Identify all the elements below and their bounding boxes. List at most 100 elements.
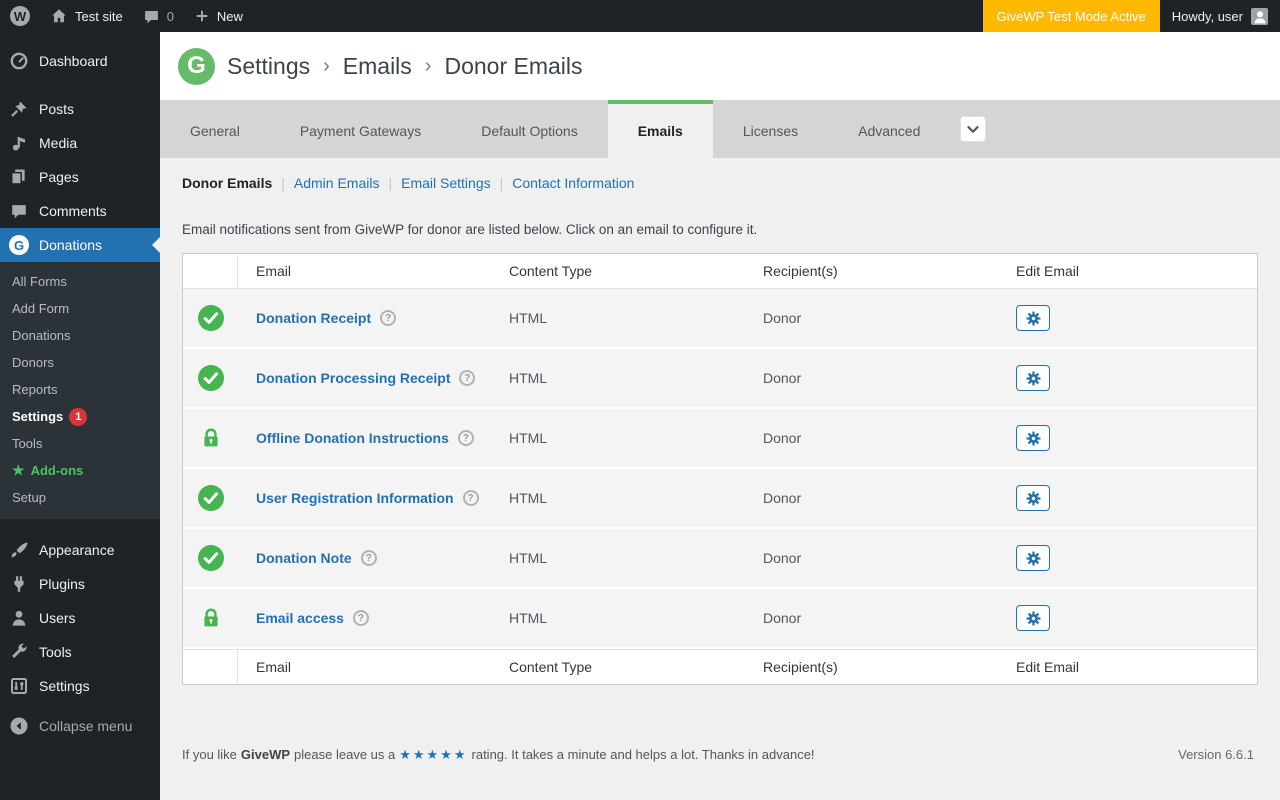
submenu-item-add-form[interactable]: Add Form	[0, 295, 160, 322]
comment-bubble-icon	[9, 201, 29, 221]
recipients-value: Donor	[763, 490, 802, 506]
wordpress-menu-button[interactable]: W	[0, 0, 40, 32]
footer-brand: GiveWP	[240, 747, 291, 762]
table-row: Donation Receipt ? HTML Donor	[183, 289, 1257, 349]
paintbrush-icon	[9, 540, 29, 560]
edit-email-button[interactable]	[1016, 365, 1050, 391]
submenu-item-add-ons[interactable]: ★ Add-ons	[0, 457, 160, 484]
sidebar-item-comments[interactable]: Comments	[0, 194, 160, 228]
email-config-link[interactable]: Email access	[256, 610, 344, 626]
submenu-item-reports[interactable]: Reports	[0, 376, 160, 403]
site-name-link[interactable]: Test site	[40, 0, 133, 32]
account-menu[interactable]: Howdy, user	[1160, 0, 1280, 32]
footer-edit-email: Edit Email	[1016, 659, 1080, 675]
submenu-item-donors[interactable]: Donors	[0, 349, 160, 376]
sidebar-item-settings[interactable]: Settings	[0, 669, 160, 703]
collapse-arrow-icon	[9, 716, 29, 736]
sidebar-item-tools[interactable]: Tools	[0, 635, 160, 669]
sidebar-item-appearance[interactable]: Appearance	[0, 533, 160, 567]
chevron-separator-icon: ›	[424, 54, 432, 77]
page-description: Email notifications sent from GiveWP for…	[182, 222, 758, 237]
update-count-badge: 1	[69, 407, 88, 426]
media-note-icon	[9, 133, 29, 153]
help-icon[interactable]: ?	[462, 490, 479, 506]
comments-shortcut[interactable]: 0	[133, 0, 184, 32]
sliders-icon	[9, 676, 29, 696]
email-section-subnav: Donor Emails | Admin Emails | Email Sett…	[182, 175, 1258, 191]
edit-email-button[interactable]	[1016, 425, 1050, 451]
tab-general[interactable]: General	[160, 100, 270, 158]
help-icon[interactable]: ?	[457, 430, 474, 446]
footer-content-type: Content Type	[509, 659, 593, 675]
sidebar-item-donations[interactable]: G Donations	[0, 228, 160, 262]
tab-payment-gateways[interactable]: Payment Gateways	[270, 100, 451, 158]
tab-emails[interactable]: Emails	[607, 100, 713, 158]
edit-email-button[interactable]	[1016, 305, 1050, 331]
sidebar-item-label: Users	[39, 610, 76, 626]
email-config-link[interactable]: User Registration Information	[256, 490, 454, 506]
version-label: Version 6.6.1	[1178, 747, 1254, 762]
content-type-value: HTML	[509, 430, 548, 446]
sidebar-item-posts[interactable]: Posts	[0, 92, 160, 126]
submenu-label: Settings	[12, 409, 64, 424]
sidebar-item-label: Dashboard	[39, 53, 108, 69]
subnav-contact-information[interactable]: Contact Information	[512, 175, 634, 191]
help-icon[interactable]: ?	[380, 310, 397, 326]
enabled-status-icon	[197, 545, 224, 571]
header-recipients: Recipient(s)	[763, 263, 838, 279]
sidebar-item-pages[interactable]: Pages	[0, 160, 160, 194]
enabled-status-icon	[197, 305, 224, 331]
wordpress-logo-icon: W	[10, 6, 30, 26]
sidebar-item-label: Posts	[39, 101, 75, 117]
edit-email-button[interactable]	[1016, 545, 1050, 571]
email-config-link[interactable]: Donation Processing Receipt	[256, 370, 450, 386]
submenu-item-donations[interactable]: Donations	[0, 322, 160, 349]
subnav-email-settings[interactable]: Email Settings	[401, 175, 490, 191]
help-icon[interactable]: ?	[459, 370, 476, 386]
submenu-item-settings[interactable]: Settings 1	[0, 403, 160, 430]
givewp-logo-icon: G	[9, 235, 29, 255]
tab-default-options[interactable]: Default Options	[451, 100, 608, 158]
admin-bar: W Test site 0 New GiveWP Test Mode Activ…	[0, 0, 1280, 32]
give-test-mode-badge[interactable]: GiveWP Test Mode Active	[982, 0, 1160, 32]
recipients-value: Donor	[763, 370, 802, 386]
subnav-donor-emails[interactable]: Donor Emails	[182, 175, 272, 191]
help-icon[interactable]: ?	[352, 610, 369, 626]
howdy-label: Howdy, user	[1171, 8, 1243, 24]
submenu-label: Add-ons	[30, 463, 84, 478]
submenu-item-tools[interactable]: Tools	[0, 430, 160, 457]
submenu-item-all-forms[interactable]: All Forms	[0, 268, 160, 295]
sidebar-item-users[interactable]: Users	[0, 601, 160, 635]
tab-advanced[interactable]: Advanced	[828, 100, 950, 158]
sidebar-item-media[interactable]: Media	[0, 126, 160, 160]
submenu-label: Donors	[12, 355, 54, 370]
submenu-label: Tools	[12, 436, 43, 451]
sidebar-item-label: Plugins	[39, 576, 85, 592]
sidebar-item-label: Media	[39, 135, 78, 151]
gear-icon	[1025, 370, 1042, 387]
email-config-link[interactable]: Offline Donation Instructions	[256, 430, 449, 446]
subnav-admin-emails[interactable]: Admin Emails	[294, 175, 380, 191]
header-edit-email: Edit Email	[1016, 263, 1080, 279]
submenu-label: All Forms	[12, 274, 67, 289]
email-config-link[interactable]: Donation Receipt	[256, 310, 371, 326]
sidebar-item-label: Comments	[39, 203, 107, 219]
email-config-link[interactable]: Donation Note	[256, 550, 352, 566]
comment-bubble-icon	[143, 8, 160, 25]
sidebar-item-dashboard[interactable]: Dashboard	[0, 44, 160, 78]
more-tabs-button[interactable]	[960, 116, 987, 142]
sidebar-item-label: Appearance	[39, 542, 115, 558]
sidebar-item-label: Donations	[39, 237, 103, 253]
edit-email-button[interactable]	[1016, 605, 1050, 631]
tab-licenses[interactable]: Licenses	[713, 100, 828, 158]
five-star-rating-link[interactable]: ★★★★★	[399, 747, 467, 763]
help-icon[interactable]: ?	[360, 550, 377, 566]
edit-email-button[interactable]	[1016, 485, 1050, 511]
collapse-menu-label: Collapse menu	[39, 718, 133, 734]
new-content-button[interactable]: New	[184, 0, 253, 32]
submenu-item-setup[interactable]: Setup	[0, 484, 160, 511]
sidebar-item-plugins[interactable]: Plugins	[0, 567, 160, 601]
admin-sidebar: Dashboard Posts Media Pages Comments G D…	[0, 32, 160, 800]
content-type-value: HTML	[509, 490, 548, 506]
collapse-menu-button[interactable]: Collapse menu	[0, 709, 160, 743]
